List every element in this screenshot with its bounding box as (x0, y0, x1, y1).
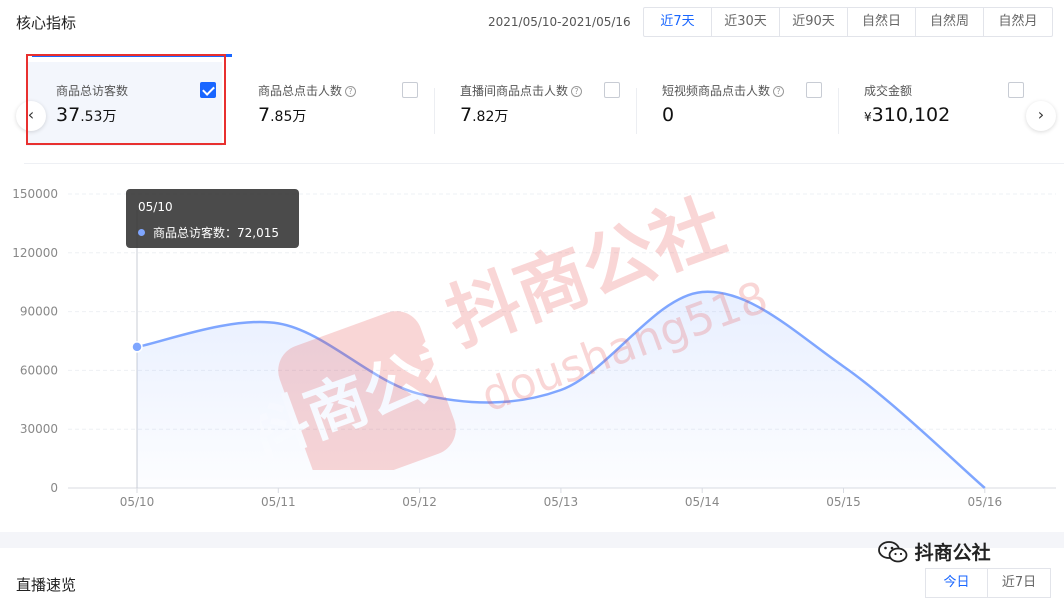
tab-90-days[interactable]: 近90天 (780, 8, 848, 36)
series-dot (138, 229, 145, 236)
metric-checkbox[interactable] (1008, 82, 1024, 98)
metric-card-video-clicks[interactable]: 短视频商品点击人数? 0 (662, 62, 858, 146)
divider (636, 88, 637, 134)
live-overview-tabs: 今日 近7日 (925, 568, 1051, 598)
metric-label: 短视频商品点击人数? (662, 82, 785, 99)
tab-today[interactable]: 今日 (926, 569, 988, 597)
x-tick-label: 05/10 (120, 495, 155, 509)
metric-card-live-clicks[interactable]: 直播间商品点击人数? 7.82万 (460, 62, 656, 146)
metric-value: 7.82万 (460, 104, 509, 126)
metric-value: 7.85万 (258, 104, 307, 126)
page: 核心指标 2021/05/10-2021/05/16 近7天 近30天 近90天… (0, 0, 1064, 600)
metric-value: ¥310,102 (864, 104, 951, 126)
annotation-highlight-frame (26, 54, 226, 145)
y-tick-label: 150000 (12, 187, 58, 201)
range-tabs: 近7天 近30天 近90天 自然日 自然周 自然月 (643, 7, 1053, 37)
metric-checkbox[interactable] (402, 82, 418, 98)
x-tick-label: 05/11 (261, 495, 296, 509)
tab-natural-month[interactable]: 自然月 (984, 8, 1052, 36)
divider (838, 88, 839, 134)
y-tick-label: 60000 (20, 363, 58, 377)
metric-label: 直播间商品点击人数? (460, 82, 583, 99)
metric-value: 0 (662, 104, 675, 126)
tab-30-days[interactable]: 近30天 (712, 8, 780, 36)
next-arrow-icon[interactable]: › (1026, 101, 1056, 131)
y-tick-label: 30000 (20, 422, 58, 436)
date-range: 2021/05/10-2021/05/16 (488, 15, 631, 29)
x-tick-label: 05/15 (826, 495, 861, 509)
tab-natural-day[interactable]: 自然日 (848, 8, 916, 36)
tooltip-date: 05/10 (138, 200, 173, 214)
x-tick-label: 05/13 (544, 495, 579, 509)
x-tick-label: 05/16 (968, 495, 1003, 509)
metric-checkbox[interactable] (604, 82, 620, 98)
chart-tooltip: 05/10 商品总访客数：72,015 (126, 189, 299, 248)
wechat-watermark: 抖商公社 (878, 538, 991, 565)
metric-card-clicks[interactable]: 商品总点击人数? 7.85万 (258, 62, 454, 146)
wechat-icon (878, 541, 908, 563)
tab-natural-week[interactable]: 自然周 (916, 8, 984, 36)
x-tick-label: 05/12 (402, 495, 437, 509)
y-tick-label: 120000 (12, 246, 58, 260)
metric-checkbox[interactable] (806, 82, 822, 98)
metric-label: 商品总点击人数? (258, 82, 357, 99)
metric-label: 成交金额 (864, 84, 913, 98)
divider (434, 88, 435, 134)
data-point[interactable] (131, 341, 143, 353)
tab-last-7-days[interactable]: 近7日 (988, 569, 1050, 597)
tab-7-days[interactable]: 近7天 (644, 8, 712, 36)
x-tick-label: 05/14 (685, 495, 720, 509)
tooltip-row: 商品总访客数：72,015 (138, 224, 279, 241)
y-tick-label: 0 (50, 481, 58, 495)
help-icon[interactable]: ? (345, 86, 357, 97)
help-icon[interactable]: ? (773, 86, 785, 97)
page-title: 核心指标 (16, 14, 77, 32)
y-tick-label: 90000 (20, 305, 58, 319)
section-title: 直播速览 (16, 576, 77, 594)
help-icon[interactable]: ? (571, 86, 583, 97)
